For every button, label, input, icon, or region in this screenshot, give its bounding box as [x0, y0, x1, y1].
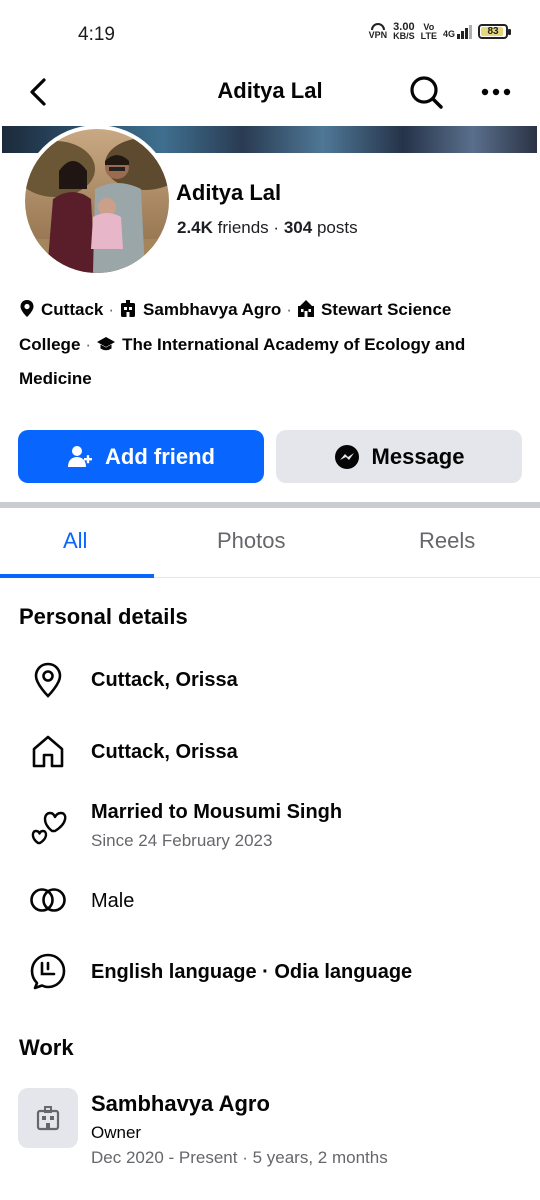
- intro-separator: ·: [108, 300, 115, 319]
- intro-location: Cuttack: [41, 300, 104, 319]
- work-title: Work: [19, 1035, 74, 1060]
- message-button[interactable]: Message: [276, 430, 522, 483]
- personal-details-title: Personal details: [19, 604, 188, 629]
- add-friend-label: Add friend: [105, 443, 215, 469]
- current-city-row[interactable]: Cuttack, Orissa: [0, 660, 540, 704]
- add-person-icon: [68, 445, 92, 467]
- posts-count: 304: [283, 218, 313, 237]
- building-icon: [119, 297, 137, 329]
- relationship-since: Since 24 February 2023: [91, 831, 273, 850]
- message-label: Message: [371, 443, 465, 469]
- school-icon: [297, 297, 315, 329]
- active-tab-indicator: [0, 574, 154, 578]
- network-speed: 3.00 KB/S: [393, 22, 415, 41]
- page-title: Aditya Lal: [217, 78, 323, 103]
- network-type: 4G: [442, 28, 455, 39]
- company-avatar[interactable]: [18, 1088, 78, 1148]
- status-bar: 4:19 VPN 3.00 KB/S Vo LTE 4G 83: [0, 0, 540, 62]
- gender-row[interactable]: Male: [0, 880, 540, 924]
- posts-label: posts: [316, 218, 358, 237]
- intro-details: Cuttack · Sambhavya Agro · Stewart Science C…: [19, 294, 519, 395]
- location-pin-icon: [19, 297, 35, 329]
- profile-avatar[interactable]: [21, 125, 173, 277]
- languages: English language · Odia language: [91, 961, 413, 983]
- battery-icon: 83: [478, 24, 511, 39]
- profile-header: Aditya Lal: [0, 62, 540, 122]
- messenger-icon: [334, 444, 359, 469]
- vpn-label: VPN: [368, 30, 388, 40]
- relationship-status: Married to Mousumi Singh: [91, 801, 343, 823]
- gender: Male: [91, 890, 135, 912]
- volte-bottom: LTE: [420, 30, 437, 41]
- building-icon: [36, 1106, 60, 1131]
- add-friend-button[interactable]: Add friend: [18, 430, 264, 483]
- gender-icon: [28, 880, 68, 920]
- speed-unit: KB/S: [393, 31, 415, 41]
- tab-all[interactable]: All: [63, 528, 87, 554]
- more-options-button[interactable]: [474, 72, 518, 112]
- friends-label[interactable]: friends: [218, 218, 269, 237]
- profile-stats: 2.4K friends · 304 posts: [177, 218, 358, 238]
- tab-photos[interactable]: Photos: [217, 528, 286, 554]
- current-city: Cuttack, Orissa: [91, 669, 238, 691]
- status-time: 4:19: [78, 24, 115, 45]
- languages-row[interactable]: English language · Odia language: [0, 951, 540, 995]
- language-icon: [28, 951, 68, 991]
- hometown: Cuttack, Orissa: [91, 741, 238, 763]
- location-pin-icon: [28, 660, 68, 700]
- intro-workplace: Sambhavya Agro: [143, 300, 282, 319]
- battery-level: 83: [487, 26, 499, 37]
- work-company[interactable]: Sambhavya Agro: [91, 1091, 270, 1117]
- tab-reels[interactable]: Reels: [419, 528, 475, 554]
- hometown-row[interactable]: Cuttack, Orissa: [0, 731, 540, 775]
- intro-separator: ·: [286, 300, 292, 319]
- vpn-icon: VPN: [368, 23, 388, 40]
- graduation-cap-icon: [96, 332, 116, 364]
- hearts-icon: [28, 806, 68, 846]
- stats-separator: ·: [273, 218, 280, 237]
- search-button[interactable]: [404, 70, 448, 114]
- profile-tabs: All Photos Reels: [0, 508, 540, 578]
- work-role: Owner: [91, 1123, 142, 1142]
- relationship-row[interactable]: Married to Mousumi Singh Since 24 Februa…: [0, 800, 540, 856]
- friends-count[interactable]: 2.4K: [177, 218, 213, 237]
- status-icons: VPN 3.00 KB/S Vo LTE 4G 83: [368, 22, 511, 41]
- volte-icon: Vo LTE: [420, 22, 437, 41]
- mobile-signal-icon: 4G: [442, 24, 472, 39]
- search-icon: [410, 76, 443, 109]
- home-icon: [28, 731, 68, 771]
- work-period: Dec 2020 - Present · 5 years, 2 months: [91, 1148, 388, 1167]
- avatar-photo: [25, 129, 169, 273]
- signal-bars-icon: [457, 24, 472, 39]
- intro-separator: ·: [85, 334, 92, 354]
- more-horizontal-icon: [481, 88, 511, 96]
- profile-name: Aditya Lal: [176, 180, 282, 205]
